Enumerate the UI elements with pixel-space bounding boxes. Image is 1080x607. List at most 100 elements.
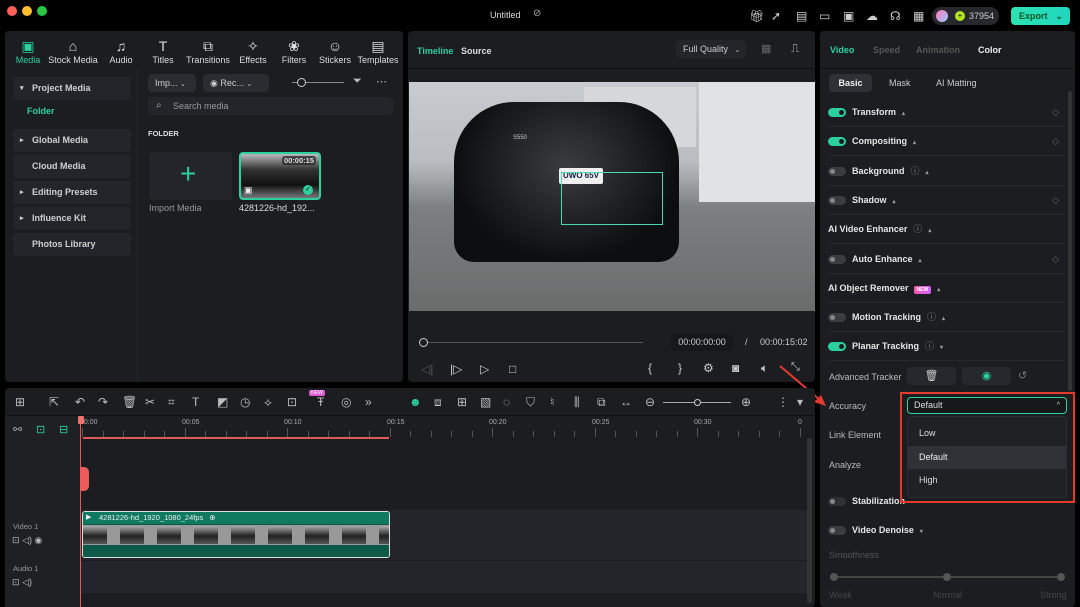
history-icon[interactable]: ▤: [796, 9, 807, 23]
quality-dropdown[interactable]: Full Quality ⌄: [676, 40, 746, 58]
settings-icon[interactable]: ⚙: [703, 361, 714, 375]
playhead-handle[interactable]: [78, 416, 84, 424]
keyframe-icon[interactable]: ⟡: [264, 395, 272, 410]
filter-icon[interactable]: ⏷: [353, 75, 362, 88]
timeline-zoom-slider[interactable]: [663, 402, 731, 403]
tab-timeline[interactable]: Timeline: [417, 46, 453, 56]
export-button[interactable]: Export⌄: [1011, 7, 1070, 25]
reset-icon[interactable]: ↺: [1018, 369, 1027, 382]
smoothness-slider[interactable]: [834, 576, 1061, 578]
ai-text-icon[interactable]: Ŧ: [317, 395, 324, 409]
option-low[interactable]: Low: [908, 422, 1066, 445]
delete-icon[interactable]: 🗑︎: [122, 395, 137, 409]
option-high[interactable]: High: [908, 469, 1066, 492]
video-preview[interactable]: S550 UWO 65V: [409, 82, 815, 311]
speed-icon[interactable]: ◷: [240, 395, 250, 409]
expand-icon[interactable]: ▴: [919, 258, 922, 264]
unlink-icon[interactable]: ⚯: [13, 423, 22, 436]
sidebar-item-cloud-media[interactable]: Cloud Media: [13, 155, 131, 178]
scopes-icon[interactable]: ⎍: [791, 41, 799, 56]
layout-icon[interactable]: ▭: [819, 9, 830, 23]
tab-source[interactable]: Source: [461, 46, 492, 56]
playhead[interactable]: [80, 416, 81, 607]
accuracy-dropdown[interactable]: Default^: [907, 397, 1067, 414]
undo-icon[interactable]: ↶: [75, 395, 85, 409]
sticker-icon[interactable]: ▧: [480, 395, 491, 409]
delete-tracker-button[interactable]: 🗑︎: [907, 367, 956, 385]
avatar[interactable]: [936, 10, 948, 22]
subtab-ai-matting[interactable]: AI Matting: [936, 78, 977, 88]
scrollbar[interactable]: [1068, 91, 1072, 391]
beat-icon[interactable]: ◌: [503, 395, 510, 409]
crop-icon[interactable]: ⌗: [168, 395, 175, 410]
help-icon[interactable]: ⓘ: [911, 166, 920, 176]
close-window-button[interactable]: [7, 6, 17, 16]
play-icon[interactable]: ▷: [480, 362, 489, 376]
eye-icon[interactable]: ◉: [35, 535, 43, 545]
timeline-scrollbar[interactable]: [807, 438, 812, 603]
video-clip[interactable]: ▶4281226-hd_1920_1080_24fps⊕: [82, 511, 390, 558]
sidebar-item-folder[interactable]: Folder: [27, 106, 55, 116]
tab-speed[interactable]: Speed: [873, 45, 900, 55]
layout-icon[interactable]: ⋮: [777, 395, 789, 409]
option-default[interactable]: Default: [908, 446, 1066, 469]
stop-icon[interactable]: □: [509, 362, 516, 376]
snapshot-icon[interactable]: ◙: [732, 361, 739, 375]
link-icon[interactable]: ⊡: [36, 423, 45, 436]
track-manager-icon[interactable]: ⊟: [59, 423, 68, 436]
mark-out-icon[interactable]: }: [678, 361, 682, 375]
keyframe-icon[interactable]: ◇: [1052, 98, 1059, 127]
collapse-icon[interactable]: ▾: [940, 345, 943, 351]
mark-in-icon[interactable]: {: [648, 361, 652, 375]
previous-frame-icon[interactable]: ◁|: [421, 362, 433, 376]
dropdown-icon[interactable]: ▾: [797, 395, 803, 409]
search-input[interactable]: ⌕ Search media: [148, 97, 393, 115]
cloud-icon[interactable]: ☁: [866, 9, 878, 23]
sidebar-item-global-media[interactable]: ▸Global Media: [13, 129, 131, 152]
subtab-mask[interactable]: Mask: [889, 78, 911, 88]
mic-icon[interactable]: ♮: [550, 395, 554, 409]
playhead-marker[interactable]: [80, 467, 89, 491]
tab-stock-media[interactable]: ⌂Stock Media: [48, 37, 98, 65]
more-options-icon[interactable]: ⋯: [376, 75, 387, 88]
expand-icon[interactable]: ▴: [913, 140, 916, 146]
help-icon[interactable]: ⓘ: [925, 341, 934, 351]
pip-icon[interactable]: ⧉: [597, 395, 606, 410]
more-icon[interactable]: »: [365, 395, 372, 409]
record-dropdown[interactable]: ◉ Rec... ⌄: [203, 74, 269, 92]
volume-icon[interactable]: 🔈︎: [761, 361, 768, 376]
sidebar-item-project-media[interactable]: ▾Project Media: [13, 77, 131, 100]
toggle[interactable]: [828, 108, 846, 117]
grid-view-icon[interactable]: ▦: [761, 42, 771, 55]
freeze-icon[interactable]: ⊡: [287, 395, 297, 409]
cut-icon[interactable]: ✂: [145, 395, 155, 409]
toggle[interactable]: [828, 255, 846, 264]
minimize-window-button[interactable]: [22, 6, 32, 16]
ai-icon[interactable]: ◎: [341, 395, 351, 409]
mute-icon[interactable]: ◁): [22, 535, 32, 545]
text-icon[interactable]: T: [192, 395, 199, 409]
keyframe-icon[interactable]: ◇: [1052, 186, 1059, 215]
zoom-out-icon[interactable]: ⊖: [645, 395, 655, 409]
video-denoise-toggle[interactable]: [828, 526, 846, 535]
tab-transitions[interactable]: ⧉Transitions: [183, 37, 233, 65]
qr-icon[interactable]: ▦: [913, 9, 924, 23]
credits-pill[interactable]: + 37954: [932, 7, 999, 25]
lock-icon[interactable]: ⊡: [12, 577, 20, 587]
toggle[interactable]: [828, 137, 846, 146]
send-icon[interactable]: ➚: [771, 9, 781, 23]
thumbnail-size-slider[interactable]: [292, 82, 344, 83]
toggle[interactable]: [828, 313, 846, 322]
save-icon[interactable]: ▣: [843, 9, 854, 23]
tab-titles[interactable]: TTitles: [138, 37, 188, 65]
sidebar-item-influence-kit[interactable]: ▸Influence Kit: [13, 207, 131, 230]
clip-icon[interactable]: ⊞: [457, 395, 467, 409]
expand-icon[interactable]: ▴: [926, 170, 929, 176]
fit-icon[interactable]: ↔: [620, 395, 632, 409]
tracking-box[interactable]: [561, 172, 663, 225]
tab-templates[interactable]: ▤Templates: [353, 37, 403, 65]
support-icon[interactable]: ☊: [890, 9, 901, 23]
keyframe-icon[interactable]: ◇: [1052, 245, 1059, 274]
tab-animation[interactable]: Animation: [916, 45, 960, 55]
tab-color[interactable]: Color: [978, 45, 1002, 55]
